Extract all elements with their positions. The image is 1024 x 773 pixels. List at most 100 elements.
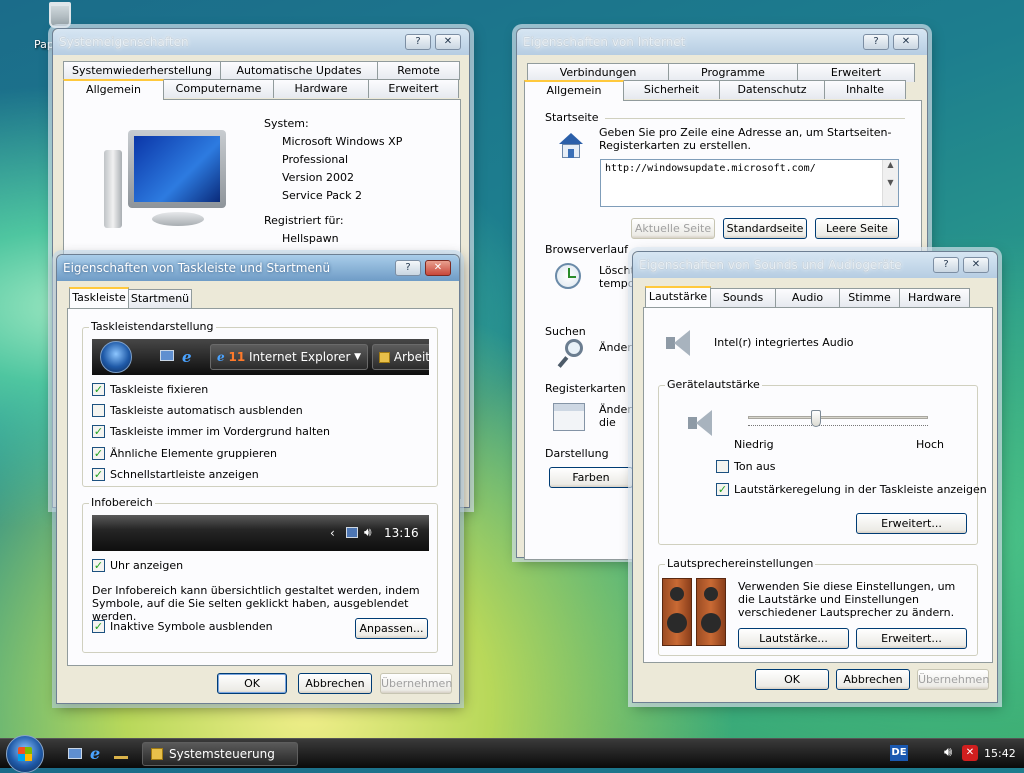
taskbar-button-systemsteuerung[interactable]: Systemsteuerung xyxy=(142,742,298,766)
titlebar[interactable]: Eigenschaften von Sounds und Audiogeräte… xyxy=(633,252,997,278)
mute-checkbox[interactable]: Ton aus xyxy=(716,460,776,473)
current-page-button[interactable]: Aktuelle Seite xyxy=(631,218,715,239)
lock-taskbar-checkbox[interactable]: ✓ Taskleiste fixieren xyxy=(92,383,208,396)
checkbox-box[interactable] xyxy=(716,460,729,473)
scrollbar[interactable]: ▲ ▼ xyxy=(882,160,898,206)
tab-sounds[interactable]: Sounds xyxy=(710,288,776,307)
audio-device-name: Intel(r) integriertes Audio xyxy=(714,336,854,349)
show-clock-checkbox[interactable]: ✓ Uhr anzeigen xyxy=(92,559,183,572)
speaker-volume-button[interactable]: Lautstärke... xyxy=(738,628,849,649)
close-button[interactable]: ✕ xyxy=(435,34,461,50)
tab-datenschutz[interactable]: Datenschutz xyxy=(719,80,825,99)
always-on-top-checkbox[interactable]: ✓ Taskleiste immer im Vordergrund halten xyxy=(92,425,330,438)
windows-logo-icon xyxy=(18,747,32,761)
tab-inhalte[interactable]: Inhalte xyxy=(824,80,906,99)
startseite-label: Startseite xyxy=(545,111,599,124)
suchen-label: Suchen xyxy=(545,325,586,338)
tab-hardware[interactable]: Hardware xyxy=(273,79,369,98)
antivirus-tray-icon[interactable]: ✕ xyxy=(962,745,978,761)
help-button[interactable]: ? xyxy=(863,34,889,50)
tab-audio[interactable]: Audio xyxy=(775,288,840,307)
customize-button[interactable]: Anpassen... xyxy=(355,618,428,639)
ie-icon[interactable]: e xyxy=(90,744,100,763)
checkbox-label: Inaktive Symbole ausblenden xyxy=(110,620,273,633)
default-page-button[interactable]: Standardseite xyxy=(723,218,807,239)
checkbox-box[interactable]: ✓ xyxy=(92,447,105,460)
sound-properties-window: Eigenschaften von Sounds und Audiogeräte… xyxy=(632,251,998,703)
quicklaunch-checkbox[interactable]: ✓ Schnellstartleiste anzeigen xyxy=(92,468,259,481)
help-button[interactable]: ? xyxy=(405,34,431,50)
history-description: Löscht temporäre Dateien, Verlauf, Cooki… xyxy=(599,264,635,292)
colors-button[interactable]: Farben xyxy=(549,467,633,488)
checkbox-box[interactable]: ✓ xyxy=(92,559,105,572)
tab-startmenue[interactable]: Startmenü xyxy=(128,289,192,308)
titlebar[interactable]: Eigenschaften von Taskleiste und Startme… xyxy=(57,255,459,281)
tab-lautstaerke[interactable]: Lautstärke xyxy=(645,286,711,307)
advanced-volume-button[interactable]: Erweitert... xyxy=(856,513,967,534)
checkbox-label: Ähnliche Elemente gruppieren xyxy=(110,447,277,460)
titlebar[interactable]: Systemeigenschaften ? ✕ xyxy=(53,29,469,55)
checkbox-box[interactable] xyxy=(92,404,105,417)
tab-erweitert[interactable]: Erweitert xyxy=(368,79,459,98)
taskbar-button-label: Systemsteuerung xyxy=(169,747,275,761)
clock[interactable]: 15:42 xyxy=(984,747,1016,760)
speakers-icon xyxy=(662,578,728,648)
cancel-button[interactable]: Abbrechen xyxy=(298,673,372,694)
url-text: http://windowsupdate.microsoft.com/ xyxy=(605,163,816,174)
tab-remote[interactable]: Remote xyxy=(377,61,460,80)
show-desktop-icon[interactable] xyxy=(68,748,82,759)
help-button[interactable]: ? xyxy=(395,260,421,276)
dropdown-arrow-icon: ▼ xyxy=(354,352,361,362)
tray-preview: ‹ 🔊︎ 13:16 xyxy=(92,515,429,551)
tab-allgemein[interactable]: Allgemein xyxy=(524,80,624,101)
taskbar-panel: Taskleistendarstellung e e 11 Internet E… xyxy=(67,308,453,666)
checkbox-box[interactable]: ✓ xyxy=(92,468,105,481)
speaker-advanced-button[interactable]: Erweitert... xyxy=(856,628,967,649)
titlebar[interactable]: Eigenschaften von Internet ? ✕ xyxy=(517,29,927,55)
client-area: Taskleiste Startmenü Taskleistendarstell… xyxy=(61,281,455,699)
cancel-button[interactable]: Abbrechen xyxy=(836,669,910,690)
apply-button[interactable]: Übernehmen xyxy=(917,669,989,690)
blank-page-button[interactable]: Leere Seite xyxy=(815,218,899,239)
startseite-url-textbox[interactable]: http://windowsupdate.microsoft.com/ ▲ ▼ xyxy=(600,159,899,207)
checkbox-box[interactable]: ✓ xyxy=(716,483,729,496)
volume-slider[interactable] xyxy=(748,410,928,430)
tab-sicherheit[interactable]: Sicherheit xyxy=(623,80,720,99)
show-volume-in-taskbar-checkbox[interactable]: ✓ Lautstärkeregelung in der Taskleiste an… xyxy=(716,483,987,496)
group-similar-checkbox[interactable]: ✓ Ähnliche Elemente gruppieren xyxy=(92,447,277,460)
checkbox-box[interactable]: ✓ xyxy=(92,620,105,633)
client-area: Lautstärke Sounds Audio Stimme Hardware … xyxy=(637,278,993,698)
start-button[interactable] xyxy=(6,735,44,773)
checkbox-label: Schnellstartleiste anzeigen xyxy=(110,468,259,481)
quicklaunch-extra-icon[interactable] xyxy=(114,748,128,759)
ok-button[interactable]: OK xyxy=(755,669,829,690)
language-indicator[interactable]: DE xyxy=(890,745,908,761)
close-button[interactable]: ✕ xyxy=(893,34,919,50)
ok-button[interactable]: OK xyxy=(217,673,287,694)
taskbar: e Systemsteuerung DE 🔊︎ ✕ 15:42 xyxy=(0,735,1024,773)
hide-inactive-icons-checkbox[interactable]: ✓ Inaktive Symbole ausblenden xyxy=(92,620,273,633)
tab-computername[interactable]: Computername xyxy=(163,79,274,98)
autohide-checkbox[interactable]: Taskleiste automatisch ausblenden xyxy=(92,404,303,417)
checkbox-box[interactable]: ✓ xyxy=(92,383,105,396)
group-label: Gerätelautstärke xyxy=(665,378,762,391)
checkbox-box[interactable]: ✓ xyxy=(92,425,105,438)
registered-user: Hellspawn xyxy=(282,232,339,245)
volume-icon xyxy=(686,408,716,438)
close-button[interactable]: ✕ xyxy=(425,260,451,276)
window-title: Eigenschaften von Taskleiste und Startme… xyxy=(63,261,331,275)
tab-automatische-updates[interactable]: Automatische Updates xyxy=(220,61,378,80)
tab-taskleiste[interactable]: Taskleiste xyxy=(69,287,129,308)
tab-systemwiederherstellung[interactable]: Systemwiederherstellung xyxy=(63,61,221,80)
close-button[interactable]: ✕ xyxy=(963,257,989,273)
tab-hardware[interactable]: Hardware xyxy=(899,288,970,307)
taskbar-properties-window: Eigenschaften von Taskleiste und Startme… xyxy=(56,254,460,704)
volume-tray-icon[interactable]: 🔊︎ xyxy=(944,745,952,760)
volume-slider-thumb[interactable] xyxy=(811,410,821,427)
apply-button[interactable]: Übernehmen xyxy=(380,673,452,694)
group-label: Infobereich xyxy=(89,496,155,509)
tab-stimme[interactable]: Stimme xyxy=(839,288,900,307)
tab-allgemein[interactable]: Allgemein xyxy=(63,79,164,100)
recycle-bin-desktop-icon[interactable] xyxy=(30,2,90,28)
help-button[interactable]: ? xyxy=(933,257,959,273)
